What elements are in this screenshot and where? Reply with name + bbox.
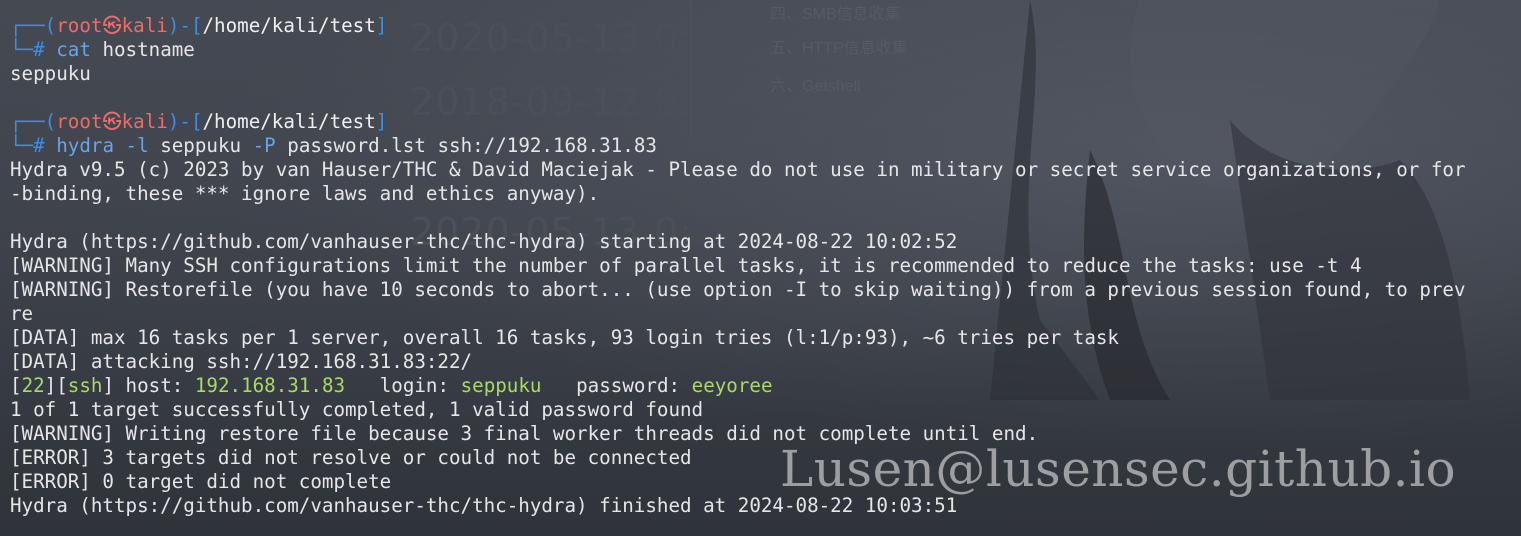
output-line: -binding, these *** ignore laws and ethi… [10, 182, 600, 205]
command-flag: -P [241, 134, 276, 157]
prompt-host: kali [121, 14, 168, 37]
bg-date: 2020-05-13 0: [410, 16, 693, 60]
output-line: seppuku [10, 62, 91, 85]
kali-symbol-icon: ㉿ [102, 14, 122, 37]
prompt-hash: # [33, 134, 45, 157]
output-line: [DATA] max 16 tasks per 1 server, overal… [10, 326, 1119, 349]
prompt-line: ┌──(root㉿kali)-[/home/kali/test] [10, 110, 387, 134]
prompt-separator: )-[ [167, 110, 203, 133]
output-line: [DATA] attacking ssh://192.168.31.83:22/ [10, 350, 473, 373]
prompt-line: ┌──(root㉿kali)-[/home/kali/test] [10, 14, 387, 38]
output-line: re [10, 302, 34, 325]
password-label: password: [541, 374, 692, 397]
output-line: Hydra v9.5 (c) 2023 by van Hauser/THC & … [10, 158, 1466, 181]
prompt-bracket: ] [375, 14, 388, 37]
output-line: Hydra (https://github.com/vanhauser-thc/… [10, 230, 958, 253]
bg-menu-item: 四、SMB信息收集 [770, 6, 901, 23]
prompt-corner: └─ [10, 38, 34, 61]
found-password: eeyoree [691, 374, 773, 397]
command-line[interactable]: └─# cat hostname [10, 38, 195, 62]
bg-divider [690, 0, 692, 140]
prompt-path: /home/kali/test [202, 110, 376, 133]
prompt-user: root [56, 110, 103, 133]
terminal-window[interactable]: 2020-05-13 0: 2018-09-12 0: 2020-05-13 0… [0, 0, 1521, 536]
prompt-hash: # [33, 38, 45, 61]
command-arg: seppuku [148, 134, 242, 157]
login-label: login: [345, 374, 461, 397]
prompt-bracket: ] [375, 110, 388, 133]
output-line: [ERROR] 0 target did not complete [10, 470, 392, 493]
bg-menu-item: 六、Getshell [770, 78, 861, 95]
output-line: [WARNING] Many SSH configurations limit … [10, 254, 1362, 277]
prompt-user: root [56, 14, 103, 37]
prompt-path: /home/kali/test [202, 14, 376, 37]
output-line: [WARNING] Restorefile (you have 10 secon… [10, 278, 1466, 301]
prompt-corner: └─ [10, 134, 34, 157]
found-port: 22 [21, 374, 45, 397]
watermark-text: Lusen@lusensec.github.io [780, 440, 1457, 498]
host-label: host: [114, 374, 195, 397]
command-args: hostname [90, 38, 195, 61]
found-host: 192.168.31.83 [194, 374, 346, 397]
command-flag: -l [114, 134, 149, 157]
found-service: ssh [67, 374, 103, 397]
command-name: hydra [56, 134, 114, 157]
bg-date: 2018-09-12 0: [410, 80, 693, 124]
command-line[interactable]: └─# hydra -l seppuku -P password.lst ssh… [10, 134, 657, 158]
output-line: [ERROR] 3 targets did not resolve or cou… [10, 446, 692, 469]
output-line: 1 of 1 target successfully completed, 1 … [10, 398, 704, 421]
found-login: seppuku [460, 374, 542, 397]
kali-symbol-icon: ㉿ [102, 110, 122, 133]
command-arg: password.lst ssh://192.168.31.83 [275, 134, 657, 157]
prompt-separator: )-[ [167, 14, 203, 37]
prompt-bracket: ┌──( [10, 110, 57, 133]
bg-menu-item: 五、HTTP信息收集 [770, 40, 908, 57]
prompt-host: kali [121, 110, 168, 133]
found-credential-line: [22][ssh] host: 192.168.31.83 login: sep… [10, 374, 773, 397]
prompt-bracket: ┌──( [10, 14, 57, 37]
command-name: cat [56, 38, 91, 61]
